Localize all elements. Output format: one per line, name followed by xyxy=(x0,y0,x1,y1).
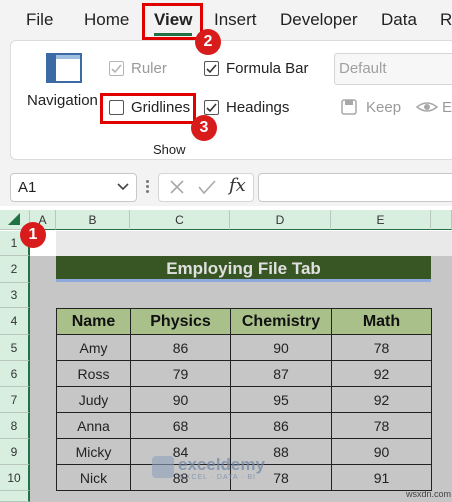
check-icon xyxy=(206,103,217,113)
row-header-2[interactable]: 2 xyxy=(0,256,30,283)
formula-input[interactable] xyxy=(258,173,452,202)
row-header-3[interactable]: 3 xyxy=(0,283,30,308)
table-header-name[interactable]: Name xyxy=(56,308,131,335)
headings-checkbox[interactable] xyxy=(204,100,219,115)
show-group-label: Show xyxy=(153,142,186,157)
table-cell[interactable]: 95 xyxy=(230,386,332,413)
check-icon xyxy=(111,64,122,74)
row-header-7[interactable]: 7 xyxy=(0,387,30,413)
formula-bar-label[interactable]: Formula Bar xyxy=(226,60,309,77)
cancel-icon[interactable] xyxy=(169,179,185,195)
table-header-chemistry[interactable]: Chemistry xyxy=(230,308,332,335)
ruler-checkbox xyxy=(109,61,124,76)
table-cell[interactable]: 87 xyxy=(230,360,332,387)
table-header-math[interactable]: Math xyxy=(331,308,432,335)
table-cell[interactable]: Micky xyxy=(56,438,131,465)
table-cell[interactable]: 91 xyxy=(331,464,432,491)
table-row: Anna 68 86 78 xyxy=(56,412,432,439)
table-cell[interactable]: 86 xyxy=(130,334,231,361)
row-header-10[interactable]: 10 xyxy=(0,465,30,491)
table-cell[interactable]: Amy xyxy=(56,334,131,361)
step-badge-3: 3 xyxy=(191,115,217,141)
table-cell[interactable]: 90 xyxy=(331,438,432,465)
table-cell[interactable]: Judy xyxy=(56,386,131,413)
exit-eye-icon xyxy=(416,102,438,112)
select-all-triangle-icon xyxy=(8,213,20,225)
chevron-down-icon[interactable] xyxy=(117,183,129,191)
tab-developer[interactable]: Developer xyxy=(280,10,358,30)
step-badge-2: 2 xyxy=(195,29,221,55)
navigation-pane-icon[interactable] xyxy=(46,53,82,83)
exit-button: Ex xyxy=(442,99,452,116)
row-header-11[interactable] xyxy=(0,491,30,502)
table-cell[interactable]: 68 xyxy=(130,412,231,439)
enter-icon[interactable] xyxy=(198,179,216,195)
table-title[interactable]: Employing File Tab xyxy=(56,256,431,282)
table-cell[interactable]: 78 xyxy=(331,334,432,361)
table-cell[interactable]: 78 xyxy=(331,412,432,439)
table-cell[interactable]: 90 xyxy=(230,334,332,361)
sheet-view-value: Default xyxy=(339,60,387,77)
column-header-d[interactable]: D xyxy=(230,210,331,230)
tab-review[interactable]: R xyxy=(440,10,452,30)
more-icon[interactable] xyxy=(146,178,152,198)
column-header-e[interactable]: E xyxy=(331,210,431,230)
check-icon xyxy=(206,64,217,74)
tab-home[interactable]: Home xyxy=(84,10,129,30)
table-cell[interactable]: 92 xyxy=(331,386,432,413)
row-header-6[interactable]: 6 xyxy=(0,361,30,387)
row-header-4[interactable]: 4 xyxy=(0,308,30,335)
row-header-8[interactable]: 8 xyxy=(0,413,30,439)
keep-button: Keep xyxy=(366,99,402,116)
formula-bar-checkbox[interactable] xyxy=(204,61,219,76)
table-row: Judy 90 95 92 xyxy=(56,386,432,413)
watermark-logo-icon xyxy=(152,456,174,478)
navigation-button[interactable]: Navigation xyxy=(27,92,98,109)
view-tab-highlight xyxy=(142,3,203,40)
ruler-label: Ruler xyxy=(131,60,167,77)
watermark-tagline: EXCEL · DATA · BI xyxy=(180,474,256,481)
table-cell[interactable]: Anna xyxy=(56,412,131,439)
step-badge-1: 1 xyxy=(20,222,46,248)
column-header-c[interactable]: C xyxy=(130,210,230,230)
row-1-cells[interactable] xyxy=(56,231,452,256)
keep-icon xyxy=(341,99,357,115)
tab-file[interactable]: File xyxy=(26,10,53,30)
watermark-brand: exceldemy xyxy=(178,455,265,474)
insert-function-button[interactable]: fx xyxy=(229,175,246,196)
row-header-9[interactable]: 9 xyxy=(0,439,30,465)
table-cell[interactable]: 90 xyxy=(130,386,231,413)
row-header-5[interactable]: 5 xyxy=(0,335,30,361)
table-cell[interactable]: 86 xyxy=(230,412,332,439)
gridlines-highlight xyxy=(100,93,196,124)
table-cell[interactable]: 92 xyxy=(331,360,432,387)
table-cell[interactable]: Nick xyxy=(56,464,131,491)
tab-data[interactable]: Data xyxy=(381,10,417,30)
table-row: Ross 79 87 92 xyxy=(56,360,432,387)
table-header-physics[interactable]: Physics xyxy=(130,308,231,335)
tab-insert[interactable]: Insert xyxy=(214,10,257,30)
headings-label[interactable]: Headings xyxy=(226,99,289,116)
table-cell[interactable]: Ross xyxy=(56,360,131,387)
site-watermark: wsxdn.com xyxy=(406,489,452,499)
table-cell[interactable]: 79 xyxy=(130,360,231,387)
name-box-value: A1 xyxy=(18,179,37,196)
column-header-f[interactable] xyxy=(431,210,452,230)
column-header-b[interactable]: B xyxy=(56,210,130,230)
table-row: Amy 86 90 78 xyxy=(56,334,432,361)
